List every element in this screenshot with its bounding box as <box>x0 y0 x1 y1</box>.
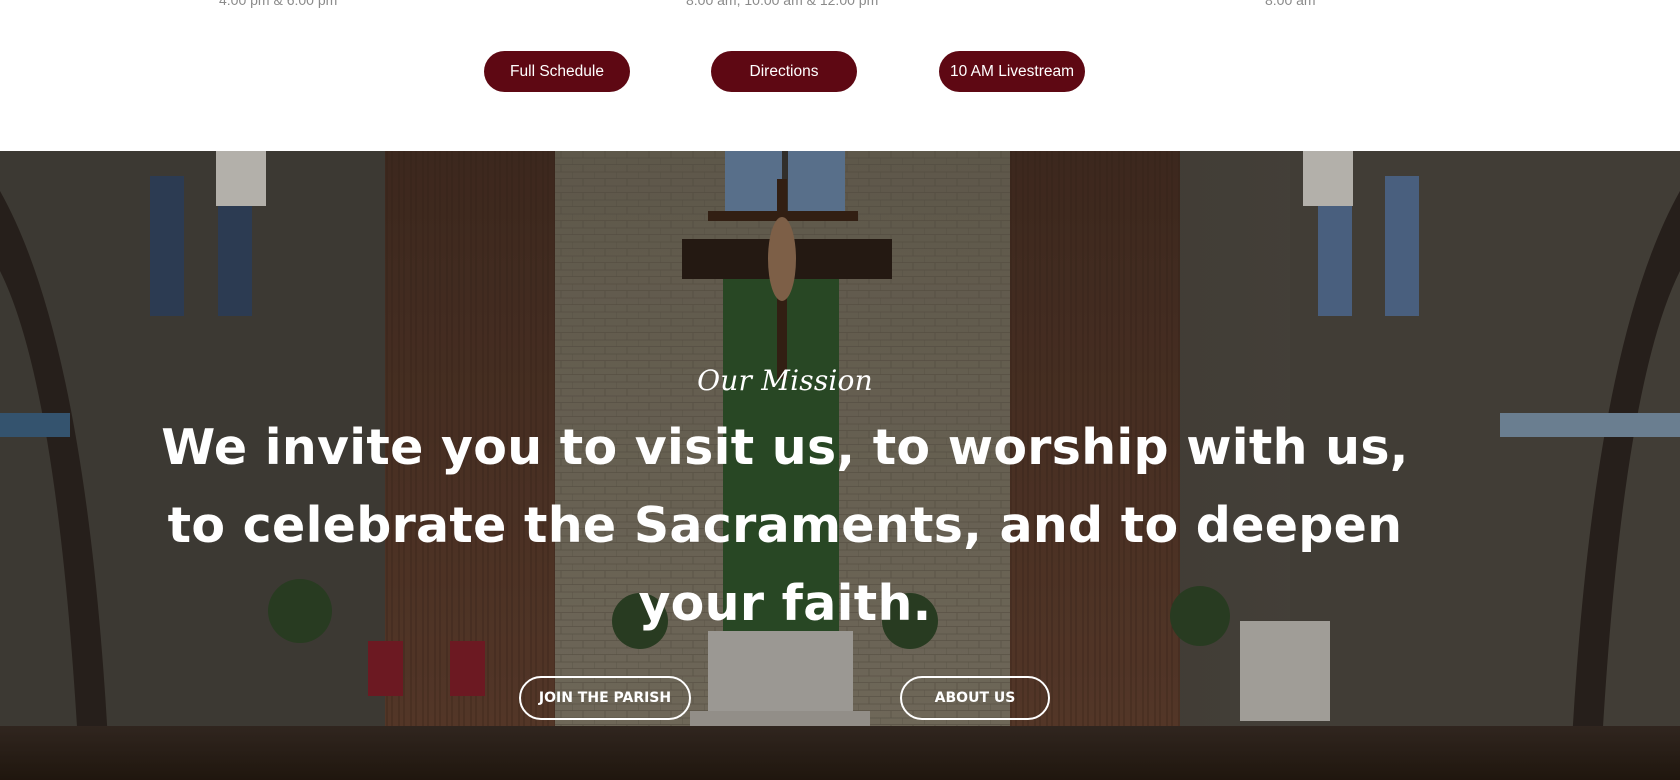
about-us-button[interactable]: ABOUT US <box>900 676 1050 720</box>
mission-statement: We invite you to visit us, to worship wi… <box>161 419 1409 632</box>
sunday-mass-times: 8:00 am, 10:00 am & 12:00 pm <box>686 0 879 8</box>
weekday-mass-times: 8:00 am <box>1265 0 1316 8</box>
livestream-button[interactable]: 10 AM Livestream <box>939 51 1085 92</box>
mission-label: Our Mission <box>697 364 873 397</box>
full-schedule-button[interactable]: Full Schedule <box>484 51 630 92</box>
service-times-section: 4:00 pm & 6:00 pm 8:00 am, 10:00 am & 12… <box>0 0 1680 151</box>
directions-button[interactable]: Directions <box>711 51 857 92</box>
saturday-mass-times: 4:00 pm & 6:00 pm <box>219 0 338 8</box>
mission-hero: Our Mission We invite you to visit us, t… <box>0 151 1680 780</box>
join-parish-button[interactable]: JOIN THE PARISH <box>519 676 691 720</box>
